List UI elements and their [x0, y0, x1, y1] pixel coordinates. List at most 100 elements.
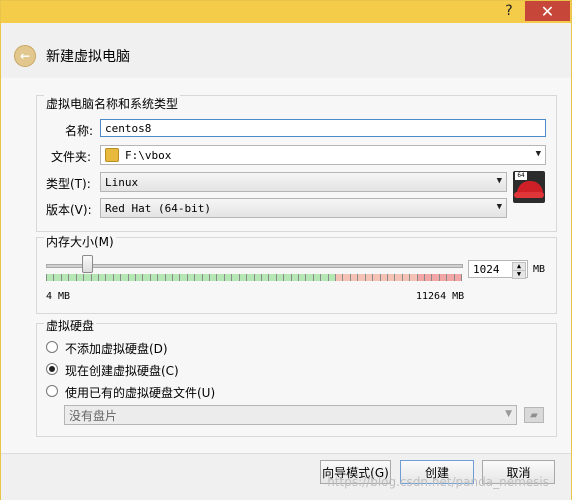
- chevron-down-icon: ▼: [496, 176, 502, 186]
- chevron-down-icon: ▼: [535, 149, 541, 159]
- slider-tick: [105, 274, 107, 281]
- version-select[interactable]: Red Hat (64-bit) ▼: [100, 198, 507, 218]
- slider-tick: [75, 274, 77, 281]
- existing-disk-value: 没有盘片: [69, 408, 118, 423]
- slider-tick: [231, 274, 233, 281]
- slider-tick: [112, 274, 114, 281]
- slider-tick: [438, 274, 440, 281]
- slider-tick: [149, 274, 151, 281]
- no-disk-label[interactable]: 不添加虚拟硬盘(D): [65, 340, 168, 357]
- memory-slider-ticks: [46, 274, 462, 281]
- slider-tick: [446, 274, 448, 281]
- slider-tick: [357, 274, 359, 281]
- memory-value: 1024: [473, 262, 500, 276]
- slider-tick: [423, 274, 425, 281]
- dialog-window: ? ✕ ← 新建虚拟电脑 虚拟电脑名称和系统类型 名称: centos8 文件夹…: [0, 0, 572, 500]
- name-input[interactable]: centos8: [100, 119, 546, 137]
- slider-tick: [349, 274, 351, 281]
- slider-tick: [186, 274, 188, 281]
- slider-tick: [253, 274, 255, 281]
- memory-spinbox[interactable]: 1024 ▲ ▼: [468, 260, 528, 279]
- os-badge: 64: [515, 172, 527, 180]
- slider-tick: [68, 274, 70, 281]
- slider-tick: [416, 274, 418, 281]
- slider-tick: [453, 274, 455, 281]
- slider-tick: [327, 274, 329, 281]
- dialog-header: ← 新建虚拟电脑: [1, 23, 571, 79]
- existing-disk-label[interactable]: 使用已有的虚拟硬盘文件(U): [65, 384, 215, 401]
- slider-tick: [260, 274, 262, 281]
- slider-tick: [201, 274, 203, 281]
- slider-tick: [342, 274, 344, 281]
- folder-icon: [105, 148, 119, 162]
- chevron-down-icon: ▼: [496, 202, 502, 212]
- slider-tick: [164, 274, 166, 281]
- slider-tick: [238, 274, 240, 281]
- slider-tick: [134, 274, 136, 281]
- name-os-group-title: 虚拟电脑名称和系统类型: [44, 95, 181, 112]
- disk-group-title: 虚拟硬盘: [44, 317, 97, 334]
- create-disk-radio[interactable]: [46, 363, 58, 375]
- slider-tick: [223, 274, 225, 281]
- slider-tick: [120, 274, 122, 281]
- redhat-64-icon: 64: [513, 171, 545, 203]
- watermark-text: https://blog.csdn.net/panda_nemesis: [327, 475, 549, 489]
- choose-disk-folder-icon: ▰: [524, 407, 544, 423]
- slider-tick: [246, 274, 248, 281]
- slider-tick: [298, 274, 299, 281]
- type-label: 类型(T):: [46, 177, 91, 191]
- dialog-title: 新建虚拟电脑: [46, 49, 130, 65]
- version-value: Red Hat (64-bit): [105, 201, 211, 215]
- memory-slider-track[interactable]: [46, 264, 463, 268]
- slider-tick: [379, 274, 381, 281]
- slider-tick: [60, 274, 62, 281]
- folder-select[interactable]: F:\vbox ▼: [100, 145, 546, 165]
- slider-tick: [268, 274, 270, 281]
- memory-group-title: 内存大小(M): [44, 233, 116, 250]
- folder-value: F:\vbox: [125, 148, 172, 162]
- back-arrow-icon[interactable]: ←: [14, 45, 36, 67]
- memory-min-label: 4 MB: [46, 291, 71, 302]
- slider-tick: [157, 274, 159, 281]
- name-label: 名称:: [65, 124, 94, 138]
- slider-tick: [83, 274, 85, 281]
- slider-tick: [216, 274, 218, 281]
- memory-slider-thumb[interactable]: [82, 255, 93, 273]
- slider-tick: [290, 274, 292, 281]
- slider-tick: [409, 274, 411, 281]
- os-brim-shape: [514, 192, 544, 198]
- folder-label: 文件夹:: [51, 150, 92, 164]
- slider-tick: [305, 274, 307, 281]
- version-label: 版本(V):: [46, 203, 92, 217]
- existing-disk-radio[interactable]: [46, 385, 58, 397]
- slider-tick: [172, 274, 173, 281]
- existing-disk-select: 没有盘片 ▼: [64, 405, 517, 425]
- chevron-down-icon: ▼: [505, 409, 512, 419]
- slider-tick: [372, 274, 374, 281]
- memory-unit: MB: [533, 264, 546, 275]
- slider-tick: [283, 274, 285, 281]
- slider-tick: [320, 274, 322, 281]
- slider-tick: [179, 274, 181, 281]
- no-disk-radio[interactable]: [46, 341, 58, 353]
- close-button[interactable]: ✕: [525, 1, 570, 21]
- slider-tick: [194, 274, 196, 281]
- slider-tick: [394, 274, 396, 281]
- slider-tick: [127, 274, 129, 281]
- slider-tick: [275, 274, 277, 281]
- slider-tick: [431, 274, 433, 281]
- type-value: Linux: [105, 175, 139, 189]
- slider-tick: [386, 274, 388, 281]
- slider-tick: [364, 274, 366, 281]
- slider-tick: [90, 274, 92, 281]
- slider-tick: [401, 274, 403, 281]
- help-button[interactable]: ?: [491, 1, 527, 21]
- type-select[interactable]: Linux ▼: [100, 172, 507, 192]
- spin-down-icon[interactable]: ▼: [512, 270, 526, 279]
- slider-tick: [53, 274, 55, 281]
- slider-tick: [312, 274, 314, 281]
- slider-tick: [97, 274, 99, 281]
- slider-tick: [335, 274, 336, 281]
- create-disk-label[interactable]: 现在创建虚拟硬盘(C): [65, 362, 179, 379]
- title-bar: ? ✕: [1, 1, 571, 23]
